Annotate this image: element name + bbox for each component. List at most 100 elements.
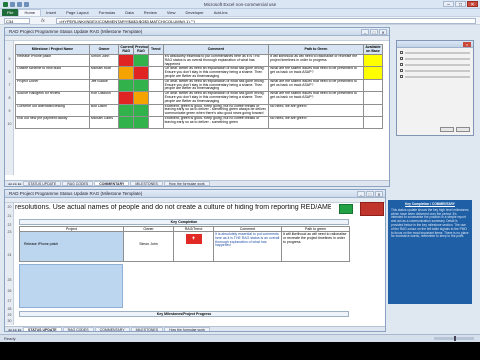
cell-comment[interactable]: Excellent, green is good. Keep going, bu… [162,103,270,117]
cancel-button[interactable] [456,127,470,132]
cell-previous-rag[interactable] [133,103,149,117]
cell-comment[interactable]: Oh dear. Better as need an explanation o… [162,78,270,93]
minimize-button[interactable]: – [361,29,369,35]
zoom-slider-thumb[interactable] [454,336,456,341]
cell-comment[interactable]: Excellent, green is good. Keep going, bu… [162,115,270,129]
sheet-tab-status-update[interactable]: STATUS UPDATE [23,181,62,186]
cell-current-rag[interactable] [118,103,135,117]
maximize-button[interactable]: □ [366,191,374,197]
close-button[interactable]: ✕ [379,29,387,35]
cell-comment[interactable]: It's absolutely essential to put comment… [162,53,270,68]
cell-trend[interactable] [147,91,164,105]
cell-previous-rag[interactable] [133,91,149,105]
cell-path-to-green[interactable]: It will likelihood as will need to ratio… [268,53,364,68]
fx-icon[interactable]: fx [33,18,53,23]
formula-input[interactable]: =HYPERLINK(INDEX(COMMENTARY!$A$3:$G$3,MA… [56,17,476,24]
cell-milestone[interactable]: Outline scheme to new build [15,66,90,80]
cell-path-to-green[interactable]: What are the salient issues that need to… [268,78,364,93]
cell-path-to-green[interactable]: No need, we are green! [268,103,364,117]
sheet-tab-formulae[interactable]: How the formulae work [163,181,210,186]
cell-comment[interactable]: It is absolutely essential to put commen… [213,231,282,262]
cell-current-rag[interactable] [118,78,135,93]
cell-path-to-green[interactable]: What are the salient issues that need to… [268,66,364,80]
cell-previous-rag[interactable] [133,53,149,68]
checkbox[interactable] [400,69,403,72]
cell-current-rag[interactable] [118,115,135,129]
close-icon[interactable]: × [463,42,471,47]
intro-text[interactable]: resolutions. Use actual names of people … [15,204,331,211]
sheet-tab-commentary[interactable]: COMMENTARY [94,327,130,331]
cell-trend[interactable] [147,53,164,68]
dialog-option[interactable] [397,63,473,66]
cell-available[interactable] [362,103,384,117]
tab-formulas[interactable]: Formulas [94,10,121,15]
key-completion-header[interactable]: Key Completion [19,219,349,225]
dialog-option[interactable] [397,75,473,78]
cell-available[interactable] [362,78,384,93]
ok-button[interactable] [440,127,454,132]
zoom-slider[interactable] [434,336,474,341]
maximize-button[interactable]: □ [370,29,378,35]
key-milestones-header[interactable]: Key Milestones/Project Progress [19,311,349,317]
minimize-button[interactable]: – [357,191,365,197]
cell-milestone[interactable]: Convene our alternated testing [15,103,90,117]
tab-view[interactable]: View [162,10,181,15]
tab-add-ins[interactable]: Add-Ins [209,10,233,15]
sheet-tab-milestones[interactable]: MILESTONES [130,327,164,331]
cell-project[interactable]: Release iPhone patch [19,231,124,262]
cell-trend[interactable] [147,103,164,117]
close-button[interactable]: ✕ [375,191,383,197]
sheet-tab-status-update[interactable]: STATUS UPDATE [23,327,62,331]
sheet-tab-rag-codes[interactable]: RAG CODES [62,181,94,186]
cell-available[interactable] [362,66,384,80]
cell-milestone[interactable]: Roll out new pre payment facility [15,115,90,129]
checkbox[interactable] [400,75,403,78]
column-header-milestone[interactable]: Milestone / Project Name [15,44,90,55]
cell-owner[interactable]: Jeff Buckle [88,78,120,93]
minimize-button[interactable]: – [443,1,454,8]
cell-current-rag[interactable] [118,53,135,68]
cell-milestone[interactable]: Release iPhone patch [15,53,90,68]
cell-current-rag[interactable] [118,66,135,80]
cell-trend[interactable] [147,78,164,93]
cell-milestone[interactable]: Project Doner [15,78,90,93]
cell-trend[interactable] [147,115,164,129]
cell-owner[interactable]: Bob Dalim [88,103,120,117]
cell-available[interactable] [362,53,384,68]
column-header-trend[interactable]: Trend [147,44,164,55]
tab-file[interactable]: File [2,9,19,16]
cell-owner[interactable]: Michael Gibbs [88,115,120,129]
checkbox[interactable] [400,51,403,54]
tab-insert[interactable]: Insert [41,10,61,15]
sheet-tab-formulae[interactable]: How the formulae work [164,327,210,331]
close-button[interactable]: ✕ [467,1,478,8]
cell-comment[interactable]: Oh dear. Better as need an explanation o… [162,66,270,80]
tab-data[interactable]: Data [120,10,138,15]
column-header-previous-rag[interactable]: Previous RAG [133,44,149,55]
cell-previous-rag[interactable] [133,115,149,129]
checkbox[interactable] [400,63,403,66]
dialog-option[interactable] [397,51,473,54]
sheet-tab-milestones[interactable]: MILESTONES [130,181,163,186]
cell-path-to-green[interactable]: It will likelihood as will need to ratio… [281,231,350,262]
cell-path-to-green[interactable]: What are the salient issues that need to… [268,91,364,105]
dialog-option[interactable] [397,69,473,72]
sheet-nav-arrows-icon[interactable]: ◂◂ ◂ ▸ ▸▸ [8,328,22,332]
column-header-comment[interactable]: Comment [162,44,270,55]
checkbox[interactable] [400,57,403,60]
cell-comment[interactable]: Oh dear. Better as need an explanation o… [162,91,270,105]
cell-owner[interactable]: Simon John [88,53,120,68]
column-header-available[interactable]: Available on Base [362,44,384,55]
cell-path-to-green[interactable]: No need, we are green! [268,115,364,129]
column-header-path-to-green[interactable]: Path to Green [268,44,364,55]
column-header-current-rag[interactable]: Current RAG [118,44,135,55]
cell-owner[interactable]: Michael Ruth [88,66,120,80]
sheet-nav-arrows-icon[interactable]: ◂◂ ◂ ▸ ▸▸ [8,182,22,186]
cell-rag-trend[interactable]: + [173,231,214,262]
sheet-tab-rag-codes[interactable]: RAG CODES [62,327,94,331]
cell-previous-rag[interactable] [133,66,149,80]
dialog-option[interactable] [397,57,473,60]
cell-available[interactable] [362,115,384,129]
sheet-tab-commentary[interactable]: COMMENTARY [94,181,130,186]
column-header-owner[interactable]: Owner [88,44,120,55]
